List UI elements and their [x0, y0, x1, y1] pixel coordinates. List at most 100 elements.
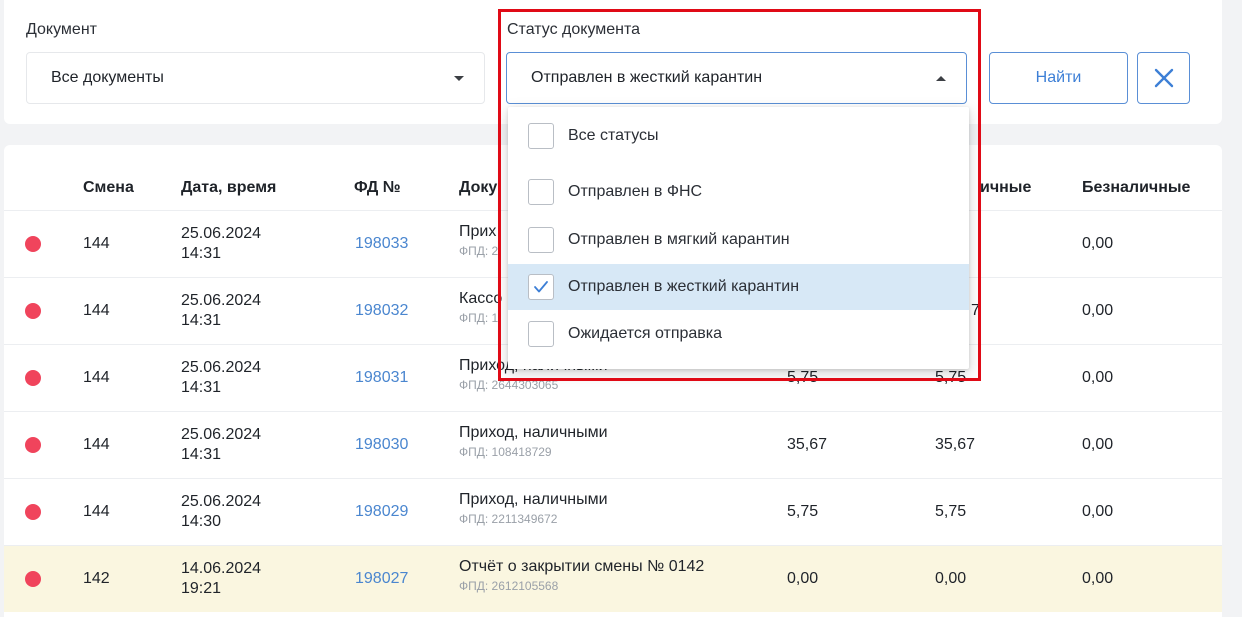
fd-link[interactable]: 198031	[355, 369, 408, 387]
status-dot-icon	[25, 370, 41, 386]
table-row[interactable]: 144 25.06.2024 14:30 198029 Приход, налич…	[4, 478, 1222, 545]
caret-down-icon	[454, 76, 464, 81]
shift-cell: 144	[83, 436, 110, 453]
fpd-value: ФПД: 2612105568	[459, 579, 559, 593]
shift-cell: 144	[83, 369, 110, 386]
datetime-cell: 25.06.2024 14:31	[181, 425, 261, 465]
shift-cell: 144	[83, 503, 110, 520]
shift-cell: 142	[83, 570, 110, 587]
document-select-value: Все документы	[51, 69, 164, 86]
fd-link[interactable]: 198027	[355, 570, 408, 588]
document-name: Кассо	[459, 290, 503, 307]
status-option-pending[interactable]: Ожидается отправка	[508, 311, 969, 357]
noncash-cell: 0,00	[1082, 302, 1114, 319]
status-filter-label: Статус документа	[507, 21, 641, 38]
amount-cell: 35,67	[787, 436, 828, 453]
noncash-cell: 0,00	[1082, 436, 1114, 453]
document-name: Приход, наличными	[459, 491, 608, 508]
amount-cell: 0,00	[787, 570, 819, 587]
table-row[interactable]: 142 14.06.2024 19:21 198027 Отчёт о закры…	[4, 545, 1222, 612]
noncash-cell: 0,00	[1082, 235, 1114, 252]
checkbox[interactable]	[528, 123, 554, 149]
status-option-label: Все статусы	[568, 127, 659, 144]
document-name: Приход, наличными	[459, 424, 608, 441]
fd-link[interactable]: 198030	[355, 436, 408, 454]
document-name: Отчёт о закрытии смены № 0142	[459, 558, 705, 575]
time-value: 14:31	[181, 245, 222, 262]
fd-link[interactable]: 198029	[355, 503, 408, 521]
date-value: 25.06.2024	[181, 426, 262, 443]
find-button[interactable]: Найти	[989, 52, 1128, 104]
status-dot-icon	[25, 504, 41, 520]
time-value: 19:21	[181, 580, 222, 597]
document-select[interactable]: Все документы	[26, 52, 485, 104]
date-value: 25.06.2024	[181, 359, 262, 376]
noncash-cell: 0,00	[1082, 369, 1114, 386]
amount-cell: 5,75	[787, 369, 819, 386]
datetime-cell: 25.06.2024 14:31	[181, 358, 261, 398]
status-select-value: Отправлен в жесткий карантин	[531, 69, 763, 86]
document-cell: Кассо ФПД: 1	[459, 290, 502, 325]
date-value: 25.06.2024	[181, 225, 262, 242]
checkbox[interactable]	[528, 179, 554, 205]
status-option-fns[interactable]: Отправлен в ФНС	[508, 169, 969, 215]
date-value: 14.06.2024	[181, 560, 262, 577]
date-value: 25.06.2024	[181, 493, 262, 510]
table-row[interactable]: 144 25.06.2024 14:31 198030 Приход, налич…	[4, 411, 1222, 478]
shift-cell: 144	[83, 302, 110, 319]
status-option-all[interactable]: Все статусы	[508, 113, 969, 159]
fpd-value: ФПД: 2	[459, 244, 499, 258]
cash-cell: 5,75	[935, 503, 967, 520]
header-shift[interactable]: Смена	[83, 179, 134, 197]
header-fd[interactable]: ФД №	[354, 179, 401, 197]
status-dropdown-menu: Все статусы Отправлен в ФНС Отправлен в …	[508, 107, 969, 369]
document-cell: Приход, наличными ФПД: 108418729	[459, 424, 608, 459]
date-value: 25.06.2024	[181, 292, 262, 309]
check-icon	[534, 281, 548, 293]
status-dot-icon	[25, 236, 41, 252]
fpd-value: ФПД: 1	[459, 311, 499, 325]
status-dot-icon	[25, 437, 41, 453]
close-icon	[1154, 68, 1173, 88]
datetime-cell: 14.06.2024 19:21	[181, 559, 261, 599]
fpd-value: ФПД: 108418729	[459, 445, 552, 459]
amount-cell: 5,75	[787, 503, 819, 520]
document-cell: Отчёт о закрытии смены № 0142 ФПД: 261210…	[459, 558, 704, 593]
header-document[interactable]: Доку	[459, 179, 497, 197]
header-cash[interactable]: ичные	[980, 179, 1031, 197]
time-value: 14:31	[181, 379, 222, 396]
document-cell: Приход, наличными ФПД: 2211349672	[459, 491, 608, 526]
shift-cell: 144	[83, 235, 110, 252]
document-name: Прих	[459, 223, 497, 240]
fd-link[interactable]: 198033	[355, 235, 408, 253]
header-datetime[interactable]: Дата, время	[181, 179, 276, 197]
status-option-label: Отправлен в мягкий карантин	[568, 231, 790, 248]
status-option-soft-quarantine[interactable]: Отправлен в мягкий карантин	[508, 217, 969, 263]
cash-cell: 0,00	[935, 570, 967, 587]
status-option-hard-quarantine[interactable]: Отправлен в жесткий карантин	[508, 264, 969, 310]
clear-filters-button[interactable]	[1137, 52, 1190, 104]
datetime-cell: 25.06.2024 14:30	[181, 492, 261, 532]
datetime-cell: 25.06.2024 14:31	[181, 224, 261, 264]
status-option-label: Ожидается отправка	[568, 325, 723, 342]
cash-cell: 7	[971, 302, 980, 319]
time-value: 14:30	[181, 513, 222, 530]
document-cell: Прих ФПД: 2	[459, 223, 498, 258]
time-value: 14:31	[181, 312, 222, 329]
document-filter-label: Документ	[26, 21, 97, 38]
checkbox[interactable]	[528, 321, 554, 347]
time-value: 14:31	[181, 446, 222, 463]
datetime-cell: 25.06.2024 14:31	[181, 291, 261, 331]
noncash-cell: 0,00	[1082, 503, 1114, 520]
caret-up-icon	[936, 76, 946, 81]
fd-link[interactable]: 198032	[355, 302, 408, 320]
status-option-label: Отправлен в ФНС	[568, 183, 703, 200]
noncash-cell: 0,00	[1082, 570, 1114, 587]
checkbox[interactable]	[528, 227, 554, 253]
cash-cell: 35,67	[935, 436, 976, 453]
checkbox-checked[interactable]	[528, 274, 554, 300]
header-noncash[interactable]: Безналичные	[1082, 179, 1190, 197]
status-select[interactable]: Отправлен в жесткий карантин	[506, 52, 967, 104]
fpd-value: ФПД: 2644303065	[459, 378, 559, 392]
cash-cell: 5,75	[935, 369, 967, 386]
